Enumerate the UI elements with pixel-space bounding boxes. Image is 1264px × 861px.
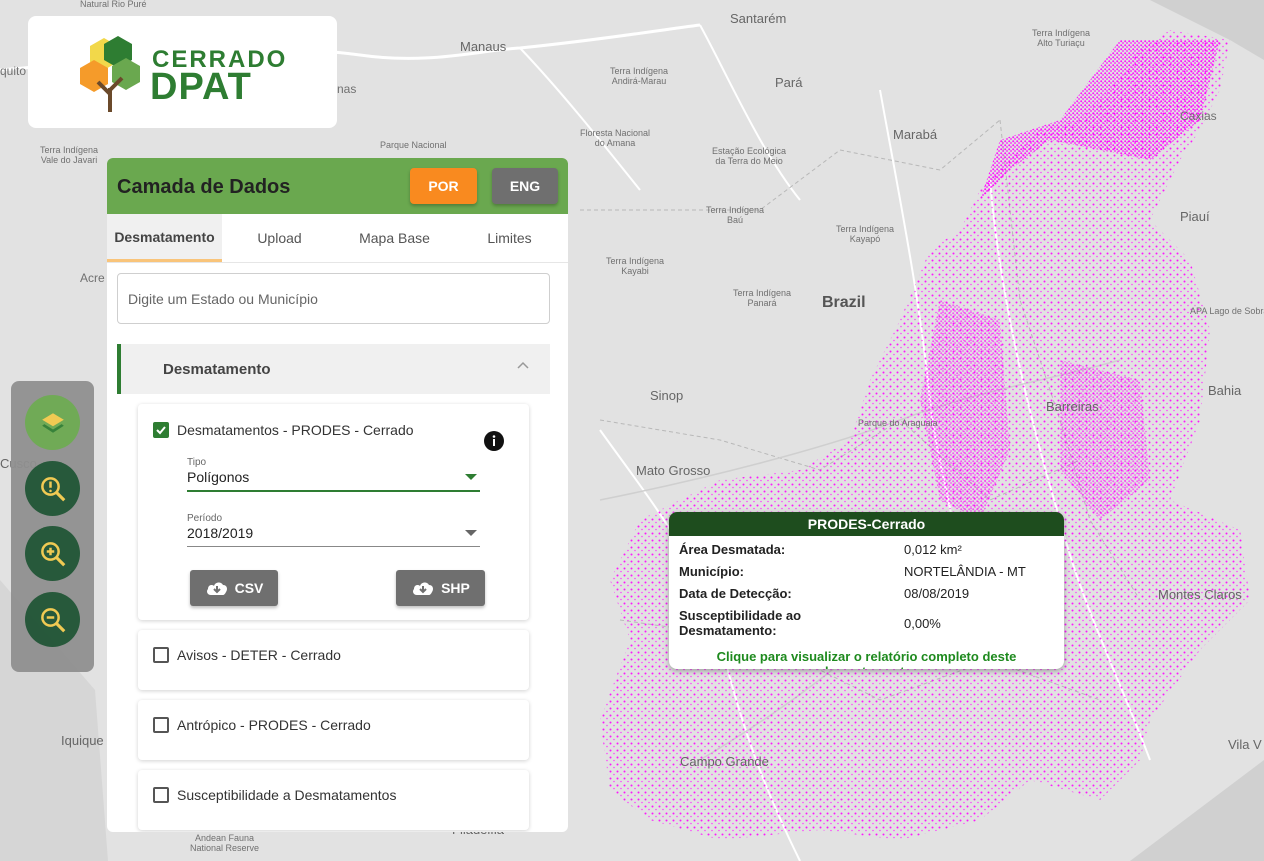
download-shp-button[interactable]: SHP [396, 570, 485, 606]
data-layer-panel: Camada de Dados POR ENG Desmatamento Upl… [107, 158, 568, 832]
layer-checkbox-deter[interactable] [153, 647, 169, 663]
map-label: Pará [775, 75, 803, 90]
alert-search-button[interactable] [25, 461, 80, 516]
zoom-in-button[interactable] [25, 526, 80, 581]
map-label: Parque do Araguaia [858, 418, 938, 428]
zoom-out-button[interactable] [25, 592, 80, 647]
map-label: Marabá [893, 127, 938, 142]
map-label: Sinop [650, 388, 684, 403]
popup-key: Data de Detecção: [679, 586, 792, 601]
tab-mapa-base[interactable]: Mapa Base [337, 214, 452, 262]
tab-limites[interactable]: Limites [452, 214, 567, 262]
layer-card-antropico: Antrópico - PRODES - Cerrado [138, 700, 529, 760]
popup-value: 0,012 km² [904, 542, 962, 557]
map-label: Terra Indígena Baú [706, 205, 765, 225]
layer-checkbox-antropico[interactable] [153, 717, 169, 733]
section-desmatamento-header[interactable]: Desmatamento [117, 344, 550, 394]
panel-title: Camada de Dados [117, 176, 291, 198]
layer-label-prodes: Desmatamentos - PRODES - Cerrado [177, 422, 414, 438]
map-label: nas [337, 82, 357, 96]
panel-tabs: Desmatamento Upload Mapa Base Limites [107, 214, 568, 263]
popup-key: Município: [679, 564, 744, 579]
map-label: Santarém [730, 11, 787, 26]
layer-checkbox-prodes[interactable] [153, 422, 169, 438]
language-eng-button[interactable]: ENG [492, 168, 558, 204]
app-logo: CERRADO DPAT [28, 16, 337, 128]
map-label: Acre [80, 271, 105, 285]
caret-down-icon[interactable] [465, 530, 477, 536]
map-label: Terra Indígena Alto Turiaçu [1032, 28, 1091, 48]
periodo-underline [187, 546, 480, 547]
map-label: Mato Grosso [636, 463, 711, 478]
map-label: Caxias [1180, 109, 1217, 123]
tab-desmatamento[interactable]: Desmatamento [107, 214, 222, 262]
popup-key: Susceptibilidade ao Desmatamento: [679, 608, 802, 638]
map-label: Piauí [1180, 209, 1210, 224]
cloud-download-icon [206, 582, 227, 595]
map-label: Parque Nacional [380, 140, 447, 150]
zoom-out-icon [40, 607, 65, 632]
map-label: Floresta Nacional do Amana [580, 128, 651, 148]
map-label: quito [0, 64, 27, 78]
popup-value: 08/08/2019 [904, 586, 970, 601]
popup-value: NORTELÂNDIA - MT [904, 564, 1026, 579]
map-label: Estação Ecológica da Terra do Meio [712, 146, 787, 166]
popup-title: PRODES-Cerrado [669, 512, 1064, 536]
logo-text-dpat: DPAT [150, 66, 252, 108]
location-search-field [117, 273, 550, 324]
layer-label-susceptibilidade: Susceptibilidade a Desmatamentos [177, 787, 397, 803]
cloud-download-icon [413, 582, 434, 595]
zoom-in-icon [40, 541, 65, 566]
map-label: Natural Rio Puré [80, 0, 147, 9]
layer-card-susceptibilidade: Susceptibilidade a Desmatamentos [138, 770, 529, 830]
map-label: Montes Claros [1158, 587, 1242, 602]
map-label: Barreiras [1046, 399, 1099, 414]
layer-card-prodes: Desmatamentos - PRODES - Cerrado Tipo Po… [138, 404, 529, 620]
info-icon[interactable] [483, 430, 505, 452]
periodo-caption: Período [187, 513, 223, 524]
section-title: Desmatamento [163, 361, 271, 378]
popup-report-link[interactable]: Clique para visualizar o relatório compl… [669, 649, 1064, 669]
map-label: Campo Grande [680, 754, 769, 769]
map-toolbar [11, 381, 94, 672]
map-label: Terra Indígena Kayapó [836, 224, 895, 244]
map-label: Terra Indígena Kayabi [606, 256, 665, 276]
csv-label: CSV [234, 580, 264, 596]
layers-icon [41, 412, 64, 433]
layer-card-deter: Avisos - DETER - Cerrado [138, 630, 529, 690]
popup-key: Área Desmatada: [679, 542, 786, 557]
layer-label-deter: Avisos - DETER - Cerrado [177, 647, 341, 663]
map-label: Vila V [1228, 737, 1262, 752]
layer-label-antropico: Antrópico - PRODES - Cerrado [177, 717, 371, 733]
chevron-up-icon[interactable] [516, 358, 530, 372]
layers-button[interactable] [25, 395, 80, 450]
alert-search-icon [40, 476, 65, 501]
popup-value: 0,00% [904, 616, 941, 631]
check-icon [156, 426, 166, 435]
location-search-input[interactable] [118, 274, 549, 323]
language-por-button[interactable]: POR [410, 168, 477, 204]
map-label: Terra Indígena Vale do Javari [40, 145, 99, 165]
map-label: Terra Indígena Panará [733, 288, 792, 308]
caret-down-icon[interactable] [465, 474, 477, 480]
map-label: Bahia [1208, 383, 1242, 398]
map-label: Terra Indígena Andirá-Marau [610, 66, 669, 86]
feature-popup: PRODES-Cerrado Área Desmatada: 0,012 km²… [669, 512, 1064, 669]
layer-checkbox-susceptibilidade[interactable] [153, 787, 169, 803]
tipo-caption: Tipo [187, 457, 207, 468]
tipo-underline [187, 490, 480, 492]
map-label: Manaus [460, 39, 507, 54]
download-csv-button[interactable]: CSV [190, 570, 278, 606]
map-label: Andean Fauna National Reserve [190, 833, 260, 853]
cerrado-logo-icon [80, 36, 140, 112]
panel-header: Camada de Dados POR ENG [107, 158, 568, 214]
map-label: Iquique [61, 733, 104, 748]
periodo-select[interactable]: 2018/2019 [187, 525, 253, 541]
map-label: APA Lago de Sobral [1190, 306, 1264, 316]
tab-upload[interactable]: Upload [222, 214, 337, 262]
map-label: Brazil [822, 294, 866, 311]
shp-label: SHP [441, 580, 470, 596]
tipo-select[interactable]: Polígonos [187, 469, 249, 485]
